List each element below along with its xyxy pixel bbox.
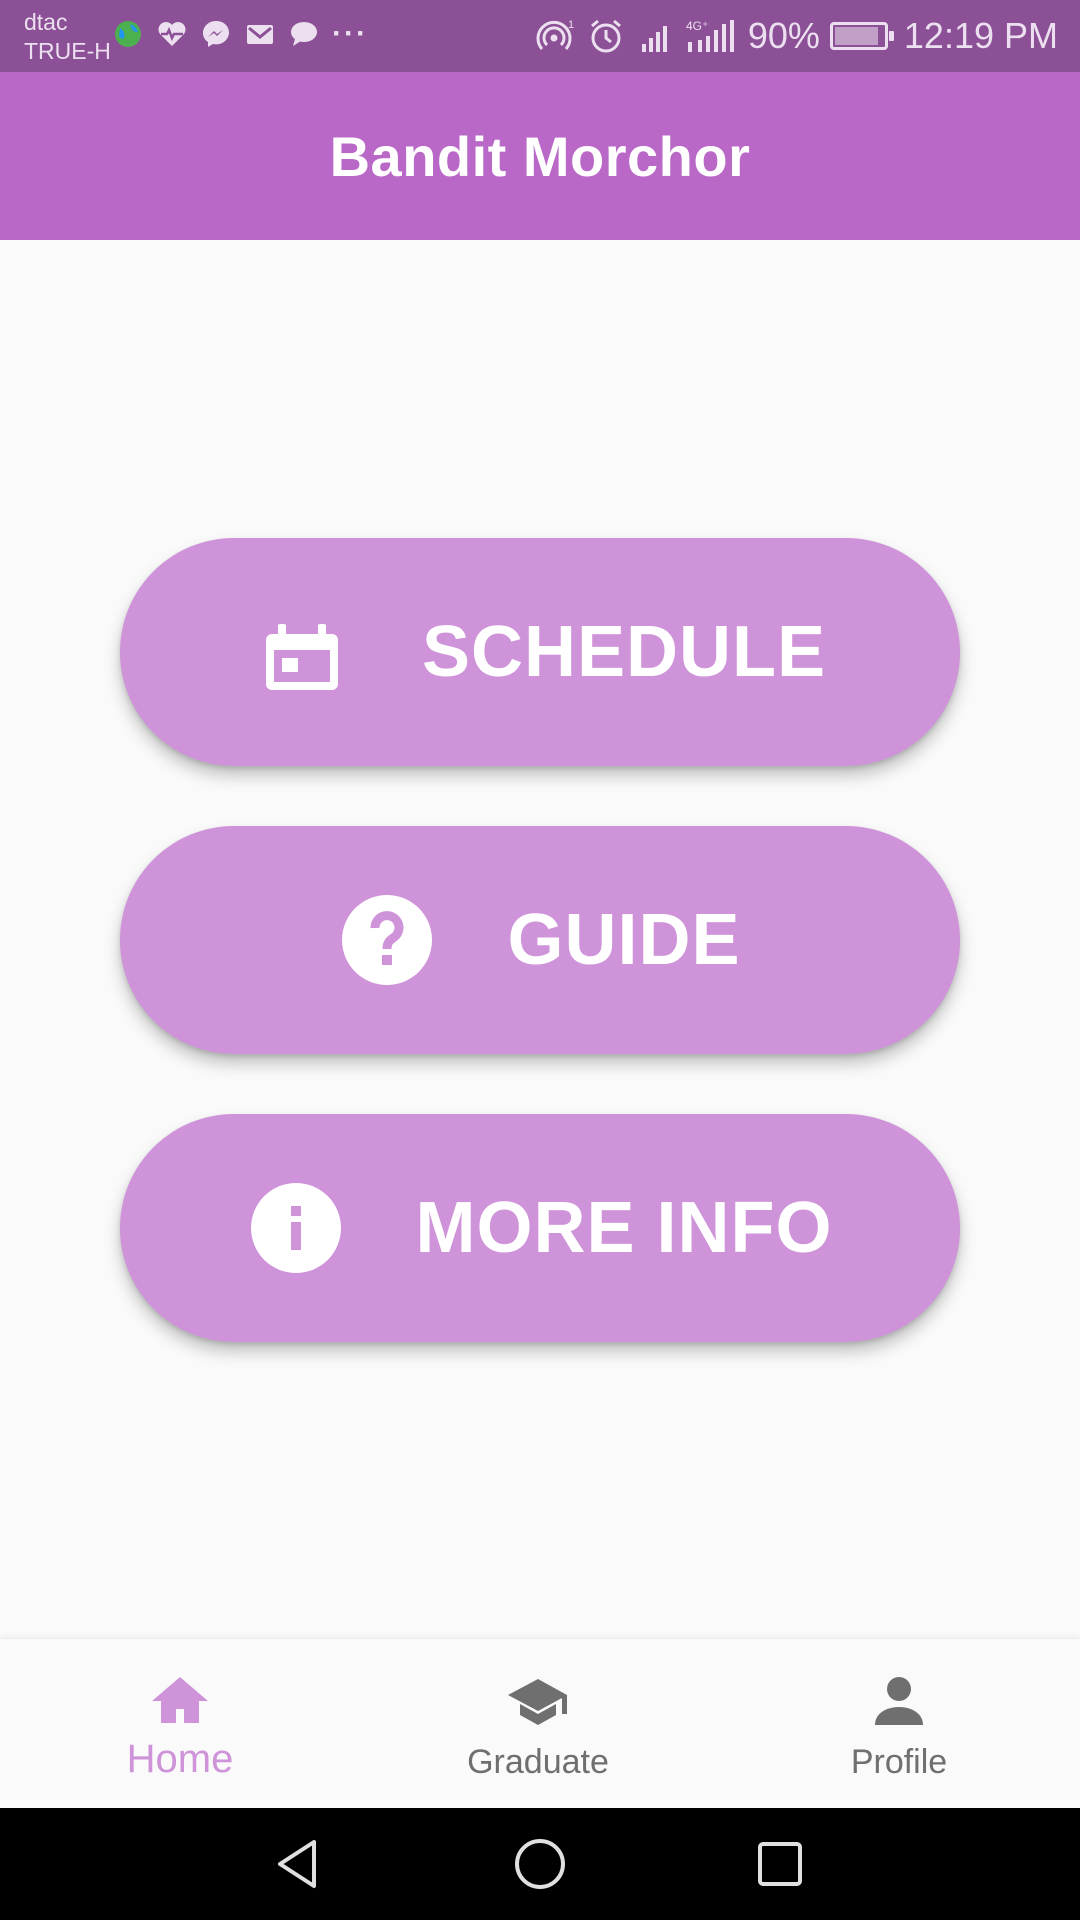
clock: 12:19 PM [903, 15, 1058, 56]
nav-label-home: Home [126, 1737, 234, 1781]
carrier-primary: dtac [24, 9, 68, 35]
person-icon [875, 1677, 923, 1725]
home-system-button[interactable] [510, 1834, 570, 1894]
chat-icon [291, 22, 317, 46]
back-button[interactable] [270, 1834, 330, 1894]
system-indicators: 1 4G⁺ 90% 12:19 PM [536, 14, 1058, 58]
nav-item-home[interactable]: Home [60, 1639, 300, 1809]
schedule-button-label: SCHEDULE [421, 612, 827, 692]
more-info-button[interactable]: MORE INFO [120, 1114, 960, 1342]
battery-icon [829, 22, 894, 50]
back-icon [278, 1840, 316, 1888]
home-icon [152, 1677, 208, 1723]
svg-text:1: 1 [568, 19, 574, 31]
signal-icon [641, 26, 667, 52]
overflow-indicator: ··· [332, 17, 368, 50]
page-title: Bandit Morchor [329, 124, 751, 188]
hotspot-icon: 1 [536, 19, 574, 50]
battery-percent: 90% [747, 15, 820, 56]
notification-icons: ··· [112, 18, 368, 50]
mail-icon [247, 25, 273, 44]
home-circle-icon [515, 1839, 565, 1889]
messenger-icon [203, 21, 229, 47]
signal-4g-icon: 4G⁺ [686, 19, 734, 52]
info-circle-icon [248, 1180, 344, 1276]
help-circle-icon [339, 892, 435, 988]
carrier-info: dtac TRUE-H [24, 8, 111, 66]
recents-icon [758, 1842, 802, 1886]
status-bar: dtac TRUE-H ··· 1 4G⁺ 90% 12:19 PM [0, 0, 1080, 72]
alarm-icon [590, 19, 621, 53]
system-navigation-bar [0, 1808, 1080, 1920]
nav-item-graduate[interactable]: Graduate [418, 1639, 658, 1809]
nav-label-profile: Profile [850, 1743, 948, 1781]
more-info-button-label: MORE INFO [415, 1188, 833, 1268]
globe-icon [115, 21, 141, 47]
heart-pulse-icon [158, 22, 186, 46]
nav-item-profile[interactable]: Profile [779, 1639, 1019, 1809]
calendar-icon [254, 604, 350, 700]
nav-label-graduate: Graduate [467, 1743, 609, 1781]
graduation-cap-icon [508, 1679, 567, 1725]
recents-button[interactable] [750, 1834, 810, 1894]
guide-button-label: GUIDE [507, 900, 741, 980]
guide-button[interactable]: GUIDE [120, 826, 960, 1054]
bottom-navigation: Home Graduate Profile [0, 1638, 1080, 1808]
schedule-button[interactable]: SCHEDULE [120, 538, 960, 766]
svg-text:4G⁺: 4G⁺ [686, 19, 708, 33]
app-bar: Bandit Morchor [0, 72, 1080, 240]
carrier-secondary: TRUE-H [24, 38, 111, 64]
